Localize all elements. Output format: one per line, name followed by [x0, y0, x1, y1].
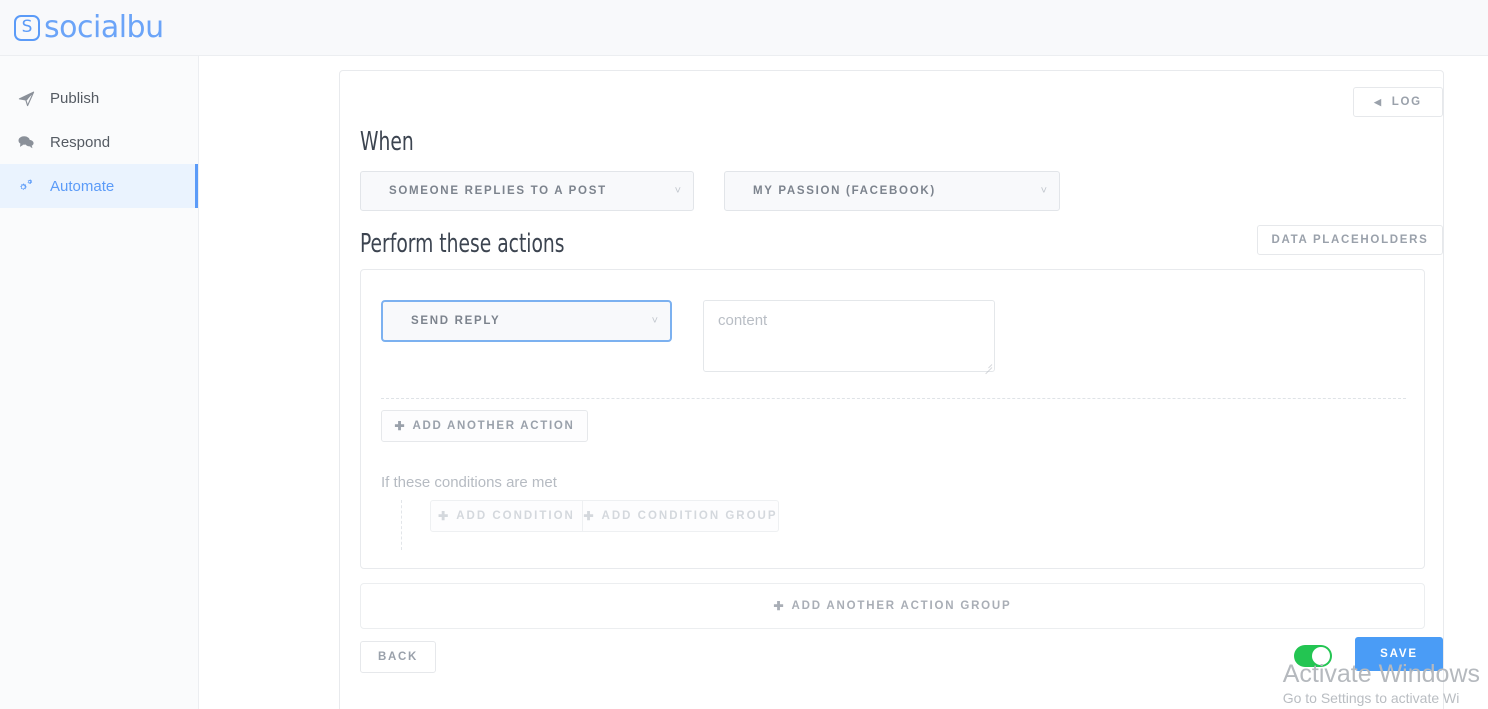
resize-handle-icon[interactable] [983, 360, 992, 369]
conditions-label: If these conditions are met [381, 474, 557, 491]
action-divider [381, 398, 1406, 399]
automation-editor-card: ◀ Log When Someone replies to a post ˅ M… [339, 70, 1444, 709]
action-row: Send reply ˅ content [381, 300, 995, 372]
log-button[interactable]: ◀ Log [1353, 87, 1443, 117]
condition-button-group: ✚ Add condition ✚ Add condition group [430, 500, 779, 532]
add-condition-group-button[interactable]: ✚ Add condition group [583, 500, 779, 532]
action-type-value: Send reply [411, 315, 501, 327]
chevron-down-icon: ˅ [1040, 184, 1047, 197]
automation-enabled-toggle[interactable] [1294, 645, 1332, 667]
save-button[interactable]: Save [1355, 637, 1443, 671]
data-placeholders-button[interactable]: Data placeholders [1257, 225, 1443, 255]
plus-icon: ✚ [773, 599, 784, 613]
add-condition-button[interactable]: ✚ Add condition [430, 500, 583, 532]
back-button[interactable]: Back [360, 641, 436, 673]
comments-icon [16, 133, 36, 151]
sidebar-item-label: Publish [50, 89, 100, 107]
sidebar-item-label: Automate [50, 177, 115, 195]
top-header-bar: S socialbu [0, 0, 1488, 56]
social-account-value: My Passion (Facebook) [753, 185, 936, 197]
plus-icon: ✚ [583, 509, 594, 523]
action-group-panel: Send reply ˅ content ✚ Add another actio… [360, 269, 1425, 569]
socialbu-logo-icon: S [14, 14, 40, 41]
sidebar-item-publish[interactable]: Publish [0, 76, 198, 120]
reply-content-placeholder: content [718, 312, 768, 329]
app-logo[interactable]: S socialbu [14, 10, 164, 45]
paper-plane-icon [16, 90, 36, 107]
gears-icon [16, 178, 36, 195]
brand-name: socialbu [44, 10, 164, 45]
reply-content-textarea[interactable]: content [703, 300, 995, 372]
plus-icon: ✚ [394, 419, 405, 433]
sidebar-item-automate[interactable]: Automate [0, 164, 198, 208]
add-condition-label: Add condition [456, 510, 575, 522]
add-condition-group-label: Add condition group [601, 510, 778, 522]
when-dropdown-row: Someone replies to a post ˅ My Passion (… [360, 171, 1060, 211]
chevron-down-icon: ˅ [674, 184, 681, 197]
log-button-label: Log [1391, 96, 1422, 108]
sidebar-item-label: Respond [50, 133, 111, 151]
actions-section-title: Perform these actions [360, 229, 565, 259]
add-another-action-group-label: Add another action group [791, 600, 1012, 612]
sidebar-item-respond[interactable]: Respond [0, 120, 198, 164]
plus-icon: ✚ [438, 509, 449, 523]
add-another-action-label: Add another action [412, 420, 575, 432]
add-another-action-button[interactable]: ✚ Add another action [381, 410, 588, 442]
trigger-type-dropdown[interactable]: Someone replies to a post ˅ [360, 171, 694, 211]
toggle-knob [1312, 647, 1330, 665]
social-account-dropdown[interactable]: My Passion (Facebook) ˅ [724, 171, 1060, 211]
chevron-down-icon: ˅ [651, 314, 658, 327]
caret-left-icon: ◀ [1374, 96, 1383, 107]
main-content-area: ◀ Log When Someone replies to a post ˅ M… [199, 56, 1488, 709]
conditions-area: ✚ Add condition ✚ Add condition group [401, 500, 779, 550]
when-section-title: When [360, 127, 414, 157]
trigger-type-value: Someone replies to a post [389, 185, 607, 197]
add-another-action-group-button[interactable]: ✚ Add another action group [360, 583, 1425, 629]
main-sidebar: Publish Respond Automate [0, 56, 199, 709]
action-type-dropdown[interactable]: Send reply ˅ [381, 300, 672, 342]
